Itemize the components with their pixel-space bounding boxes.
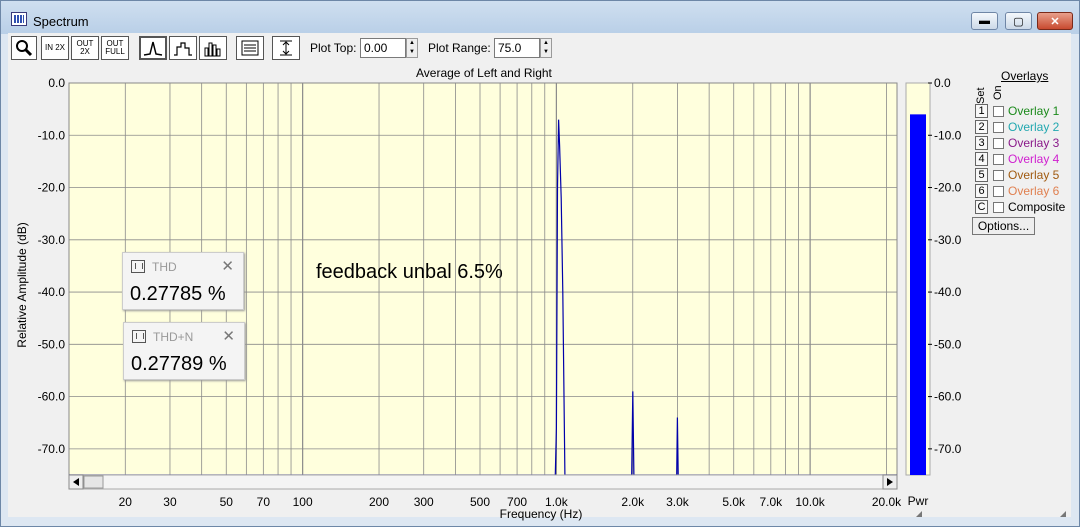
overlay-set-button[interactable]: 1	[975, 104, 988, 118]
toolbar: IN 2X OUT 2X OUT FULL Plot Top: 0.00 ▲ ▼ …	[8, 33, 1071, 63]
plot-top-spinner[interactable]: ▲ ▼	[406, 38, 418, 58]
thdn-readout-value: 0.27789 %	[131, 353, 227, 375]
spectrum-app-icon	[11, 12, 27, 26]
line-graph-icon	[143, 41, 163, 56]
thd-readout-value: 0.27785 %	[130, 283, 226, 305]
overlay-set-button[interactable]: 4	[975, 152, 988, 166]
overlay-set-button[interactable]: 6	[975, 184, 988, 198]
overlay-set-button[interactable]: 3	[975, 136, 988, 150]
meter-icon	[132, 330, 146, 343]
overlay-on-checkbox[interactable]	[993, 186, 1004, 197]
window-title: Spectrum	[33, 14, 89, 29]
overlay-label: Overlay 1	[1008, 104, 1060, 118]
plot-range-spinner[interactable]: ▲ ▼	[540, 38, 552, 58]
close-button[interactable]: ✕	[1037, 12, 1073, 30]
bar-graph-mode-button[interactable]	[199, 36, 227, 60]
autoscale-button[interactable]	[272, 36, 300, 60]
thd-readout-title: THD	[152, 260, 177, 274]
title-bar[interactable]: Spectrum ▬ ▢ ✕	[1, 1, 1079, 34]
thdn-readout[interactable]: THD+N ✕ 0.27789 %	[123, 322, 245, 380]
overlay-label: Overlay 5	[1008, 168, 1060, 182]
zoom-full-button[interactable]: OUT FULL	[101, 36, 129, 60]
zoom-tool-button[interactable]	[11, 36, 37, 60]
step-graph-mode-button[interactable]	[169, 36, 197, 60]
overlay-label: Overlay 4	[1008, 152, 1060, 166]
plot-top-label: Plot Top:	[310, 41, 357, 55]
chart-annotation: feedback unbal 6.5%	[316, 261, 503, 283]
meter-icon	[131, 260, 145, 273]
overlay-on-checkbox[interactable]	[993, 138, 1004, 149]
overlay-on-checkbox[interactable]	[993, 122, 1004, 133]
step-graph-icon	[174, 42, 192, 56]
bar-graph-icon	[204, 42, 221, 57]
zoom-in-button[interactable]: IN 2X	[41, 36, 69, 60]
plot-range-label: Plot Range:	[428, 41, 491, 55]
panel-icon	[241, 40, 259, 56]
overlay-on-column-label: On	[992, 85, 1004, 100]
overlay-label: Overlay 6	[1008, 184, 1060, 198]
close-icon[interactable]: ✕	[222, 327, 235, 345]
overlay-on-checkbox[interactable]	[993, 106, 1004, 117]
minimize-button[interactable]: ▬	[971, 12, 998, 30]
overlay-label: Overlay 2	[1008, 120, 1060, 134]
overlay-label: Overlay 3	[1008, 136, 1060, 150]
overlay-label: Composite	[1008, 200, 1066, 214]
line-graph-mode-button[interactable]	[139, 36, 167, 60]
settings-panel-button[interactable]	[236, 36, 264, 60]
overlay-set-button[interactable]: C	[975, 200, 988, 214]
magnifier-icon	[16, 40, 33, 57]
overlay-on-checkbox[interactable]	[993, 202, 1004, 213]
vertical-scale-icon	[280, 40, 292, 56]
overlay-set-button[interactable]: 2	[975, 120, 988, 134]
plot-range-input[interactable]: 75.0	[494, 38, 540, 58]
plot-top-input[interactable]: 0.00	[360, 38, 406, 58]
thdn-readout-title: THD+N	[153, 330, 194, 344]
overlay-options-button[interactable]: Options...	[972, 217, 1035, 235]
overlay-set-column-label: Set	[975, 87, 987, 104]
overlay-on-checkbox[interactable]	[993, 170, 1004, 181]
maximize-button[interactable]: ▢	[1005, 12, 1032, 30]
chart-title: Average of Left and Right	[416, 66, 552, 80]
close-icon[interactable]: ✕	[221, 257, 234, 275]
thd-readout[interactable]: THD ✕ 0.27785 %	[122, 252, 244, 310]
overlays-header: Overlays	[1001, 69, 1049, 83]
overlay-set-button[interactable]: 5	[975, 168, 988, 182]
overlay-on-checkbox[interactable]	[993, 154, 1004, 165]
zoom-out-button[interactable]: OUT 2X	[71, 36, 99, 60]
